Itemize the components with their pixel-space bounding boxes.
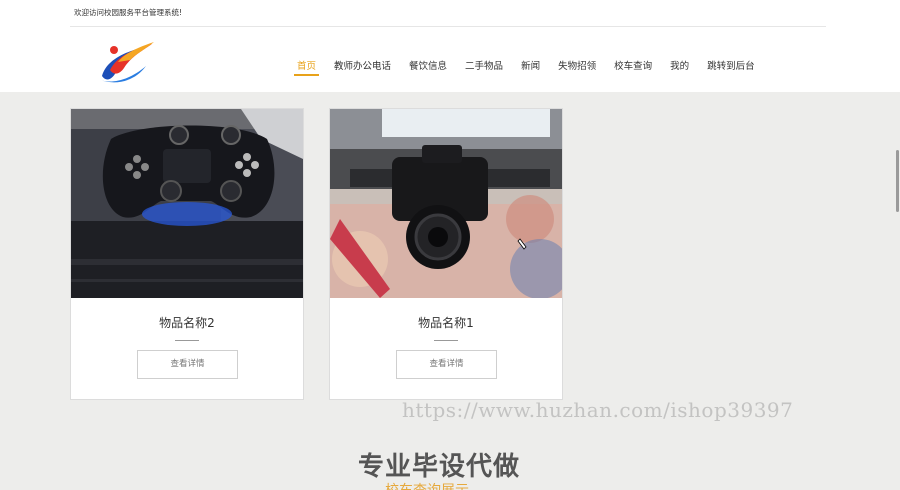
nav-item-bus[interactable]: 校车查询 [605,56,661,78]
game-console-photo[interactable] [71,109,303,298]
scrollbar-thumb[interactable] [896,150,899,212]
nav-item-news[interactable]: 新闻 [512,56,549,78]
product-card: 物品名称1 查看详情 [329,108,563,400]
site-logo[interactable] [96,36,158,86]
main-nav: 首页 教师办公电话 餐饮信息 二手物品 新闻 失物招领 校车查询 我的 跳转到后… [288,56,764,80]
nav-item-dining[interactable]: 餐饮信息 [400,56,456,78]
header-divider [70,26,826,27]
nav-item-lost-found[interactable]: 失物招领 [549,56,605,78]
promo-watermark: 专业毕设代做 [358,452,521,482]
page-scrollbar[interactable] [893,92,900,490]
nav-item-secondhand[interactable]: 二手物品 [456,56,512,78]
nav-item-mine[interactable]: 我的 [661,56,698,78]
welcome-text: 欢迎访问校园服务平台管理系统! [74,8,183,17]
view-details-button[interactable]: 查看详情 [137,350,238,379]
url-watermark: https://www.huzhan.com/ishop39397 [402,398,794,422]
product-image [330,109,562,298]
product-image [71,109,303,298]
section-title: 校车查询展示 [385,480,469,490]
nav-item-admin[interactable]: 跳转到后台 [698,56,764,78]
nav-item-home[interactable]: 首页 [288,56,325,78]
view-details-button[interactable]: 查看详情 [396,350,497,379]
product-name: 物品名称2 [159,316,215,330]
nav-item-teacher-phone[interactable]: 教师办公电话 [325,56,400,78]
product-card: 物品名称2 查看详情 [70,108,304,400]
site-header: 欢迎访问校园服务平台管理系统! 首页 教师办公电话 餐饮信息 二手物品 新闻 失… [0,0,900,92]
divider [175,340,199,341]
logo-icon [100,42,154,83]
product-name: 物品名称1 [418,316,474,330]
camera-photo[interactable] [330,109,562,298]
divider [434,340,458,341]
